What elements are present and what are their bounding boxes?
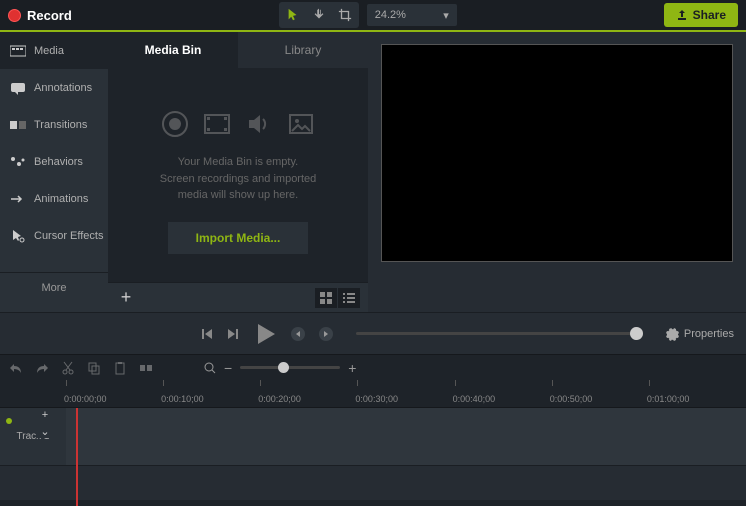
split-button[interactable] [138, 360, 154, 376]
preview-canvas[interactable] [381, 44, 733, 262]
sidebar-more[interactable]: More [0, 272, 108, 302]
sidebar-item-behaviors[interactable]: Behaviors [0, 143, 108, 180]
add-track-button[interactable]: + [36, 408, 54, 422]
zoom-value: 24.2% [375, 9, 406, 21]
record-label: Record [27, 8, 72, 23]
properties-button[interactable]: Properties [665, 327, 734, 341]
sidebar-item-annotations[interactable]: Annotations [0, 69, 108, 106]
marker-indicator[interactable] [6, 418, 12, 424]
gear-icon [665, 327, 679, 341]
image-media-icon [287, 110, 315, 138]
sidebar-item-media[interactable]: Media [0, 32, 108, 69]
grid-view-button[interactable] [315, 288, 337, 308]
track-header[interactable]: Track 1 [0, 408, 66, 465]
prev-frame-button[interactable] [200, 327, 214, 341]
track-lane[interactable] [66, 408, 746, 465]
paste-button[interactable] [112, 360, 128, 376]
sidebar-item-transitions[interactable]: Transitions [0, 106, 108, 143]
select-tool[interactable] [281, 4, 305, 26]
collapse-tracks-button[interactable]: ⌄ [36, 424, 54, 438]
zoom-out-button[interactable]: − [224, 360, 232, 376]
crop-tool[interactable] [333, 4, 357, 26]
sidebar-item-cursor-effects[interactable]: Cursor Effects [0, 217, 108, 254]
list-view-button[interactable] [338, 288, 360, 308]
chevron-down-icon: ▾ [443, 9, 449, 22]
scrubber-head[interactable] [630, 327, 643, 340]
zoom-icon [204, 362, 216, 374]
pan-tool[interactable] [307, 4, 331, 26]
zoom-thumb[interactable] [278, 362, 289, 373]
zoom-dropdown[interactable]: 24.2% ▾ [367, 4, 457, 26]
copy-button[interactable] [86, 360, 102, 376]
video-media-icon [203, 110, 231, 138]
undo-button[interactable] [8, 360, 24, 376]
cut-button[interactable] [60, 360, 76, 376]
empty-bin-message: Your Media Bin is empty. Screen recordin… [140, 154, 337, 204]
tab-library[interactable]: Library [238, 32, 368, 68]
record-button[interactable]: Record [8, 8, 72, 23]
play-button[interactable] [252, 321, 278, 347]
step-forward-button[interactable] [318, 326, 334, 342]
sidebar-item-animations[interactable]: Animations [0, 180, 108, 217]
audio-media-icon [245, 110, 273, 138]
import-media-button[interactable]: Import Media... [168, 222, 309, 254]
step-back-button[interactable] [290, 326, 306, 342]
tab-media-bin[interactable]: Media Bin [108, 32, 238, 68]
upload-icon [676, 9, 688, 21]
share-button[interactable]: Share [664, 3, 738, 27]
zoom-in-button[interactable]: + [348, 360, 356, 376]
redo-button[interactable] [34, 360, 50, 376]
media-type-icons [161, 110, 315, 138]
timeline-zoom-slider[interactable] [240, 366, 340, 369]
timeline-ruler[interactable]: 0:00:00;00 0:00:10;00 0:00:20;00 0:00:30… [0, 380, 746, 408]
playback-scrubber[interactable] [356, 332, 643, 335]
next-frame-button[interactable] [226, 327, 240, 341]
share-label: Share [693, 8, 726, 22]
record-icon [8, 9, 21, 22]
add-media-button[interactable]: + [116, 288, 136, 308]
record-media-icon [161, 110, 189, 138]
